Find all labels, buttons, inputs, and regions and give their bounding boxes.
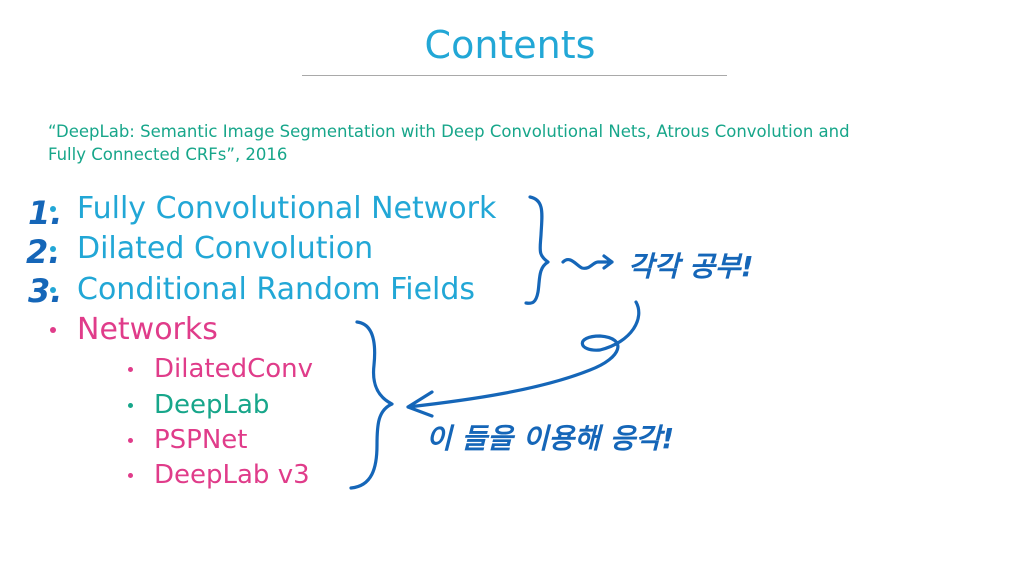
topic-label: Conditional Random Fields [77,272,476,307]
citation-line-2: Fully Connected CRFs”, 2016 [48,145,288,164]
topic-item: Dilated Convolution [50,229,373,269]
network-label: DilatedConv [154,354,314,384]
annotation-note-top: 각각 공부! [628,250,754,283]
topic-item: Fully Convolutional Network [50,189,496,229]
brace-bottom-icon [349,320,394,490]
annotation-note-bottom: 이 들을 이용해 응각! [426,422,674,455]
bullet-dot-icon [128,472,133,478]
slide-title: Contents [424,23,596,67]
network-item: DeepLab v3 [128,458,310,492]
curved-arrow-icon [406,300,641,418]
bullet-dot-icon [128,402,133,408]
bullet-dot-icon [50,327,56,333]
brace-top-icon [524,195,550,305]
network-label: PSPNet [154,425,248,455]
network-label: DeepLab v3 [154,460,310,490]
network-item: DeepLab [128,388,269,422]
slide: Contents “DeepLab: Semantic Image Segmen… [0,0,1020,574]
arrow-right-icon [561,254,614,270]
bullet-dot-icon [50,206,56,212]
topic-item: Networks [50,310,218,350]
topic-label: Networks [77,312,218,347]
pen-strokes [349,195,641,490]
bullet-dot-icon [50,246,56,252]
bullet-dot-icon [50,287,56,293]
citation-line-1: “DeepLab: Semantic Image Segmentation wi… [48,122,850,141]
bullet-dot-icon [128,437,133,443]
topic-label: Dilated Convolution [77,231,374,266]
network-item: DilatedConv [128,352,313,386]
title-underline [302,75,727,76]
paper-citation: “DeepLab: Semantic Image Segmentation wi… [48,120,968,166]
bullet-dot-icon [128,366,133,372]
network-label: DeepLab [154,390,270,420]
topic-label: Fully Convolutional Network [77,191,497,226]
topic-item: Conditional Random Fields [50,270,475,310]
network-item: PSPNet [128,423,248,457]
